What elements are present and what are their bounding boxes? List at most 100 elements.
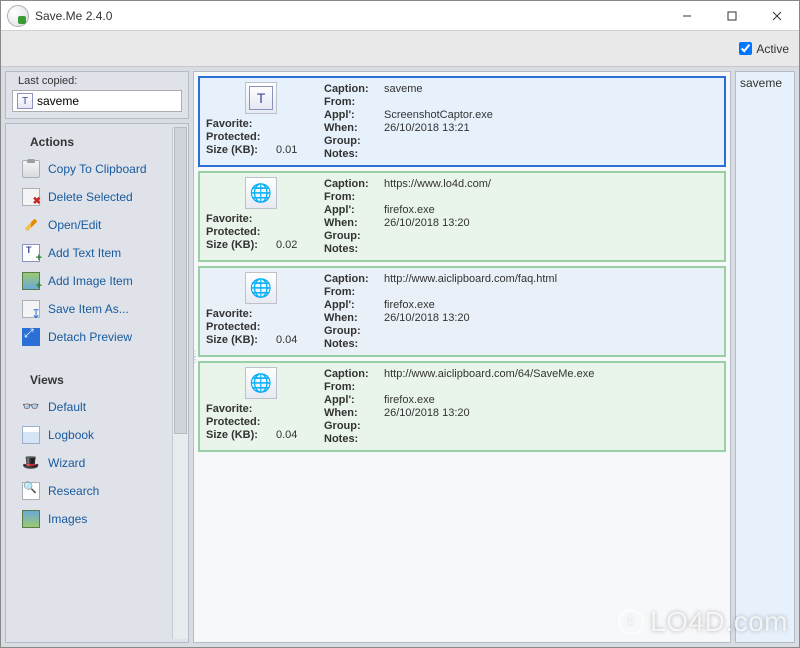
section-actions: Actions [6,127,172,155]
clip-item[interactable]: 🌐 Favorite:Protected:Size (KB):0.02 Captio… [198,171,726,262]
item-thumbnail: T [245,82,277,114]
action-delete-selected[interactable]: Delete Selected [6,183,172,211]
active-label: Active [756,42,789,56]
pencil-icon [22,216,40,234]
label-favorite: Favorite: [206,403,276,415]
view-research[interactable]: Research [6,477,172,505]
app-window: Save.Me 2.4.0 Active Last copied: T save… [0,0,800,648]
value-caption: https://www.lo4d.com/ [384,178,491,190]
app-icon [7,5,29,27]
label-favorite: Favorite: [206,118,276,130]
clipboard-icon [22,160,40,178]
label-group: Group: [324,325,384,337]
label-caption: Caption: [324,178,384,190]
minimize-button[interactable] [664,1,709,30]
delete-icon [22,188,40,206]
research-icon [22,482,40,500]
value-appl: firefox.exe [384,204,435,216]
item-thumbnail: 🌐 [245,272,277,304]
view-images[interactable]: Images [6,505,172,533]
label-appl: Appl': [324,299,384,311]
sidebar-menu-panel: Actions Copy To Clipboard Delete Selecte… [5,123,189,643]
value-size: 0.04 [276,429,297,441]
content-area: Last copied: T saveme Actions Copy To Cl… [1,67,799,647]
label-size: Size (KB): [206,429,276,441]
label-from: From: [324,286,384,298]
action-save-item-as[interactable]: Save Item As... [6,295,172,323]
globe-icon: 🌐 [250,183,272,204]
toolbar: Active [1,31,799,67]
label-protected: Protected: [206,226,276,238]
last-copied-box: Last copied: T saveme [5,71,189,119]
value-when: 26/10/2018 13:21 [384,122,470,134]
glasses-icon: 👓 [22,398,40,416]
detach-icon [22,328,40,346]
action-copy-to-clipboard[interactable]: Copy To Clipboard [6,155,172,183]
last-copied-value: saveme [37,94,79,108]
label-when: When: [324,217,384,229]
close-button[interactable] [754,1,799,30]
value-when: 26/10/2018 13:20 [384,217,470,229]
action-open-edit[interactable]: Open/Edit [6,211,172,239]
value-size: 0.02 [276,239,297,251]
watermark: LO4D.com [618,606,788,638]
add-text-icon [22,244,40,262]
window-title: Save.Me 2.4.0 [35,9,112,23]
label-notes: Notes: [324,148,384,160]
clip-item[interactable]: TFavorite:Protected:Size (KB):0.01Captio… [198,76,726,167]
sidebar-scrollbar[interactable] [172,127,188,639]
window-controls [664,1,799,30]
clip-item[interactable]: 🌐Favorite:Protected:Size (KB):0.04Captio… [198,361,726,452]
images-icon [22,510,40,528]
splitter-grip[interactable]: ⋮⋮⋮ [193,353,198,362]
add-image-icon [22,272,40,290]
section-views: Views [6,365,172,393]
label-appl: Appl': [324,109,384,121]
value-when: 26/10/2018 13:20 [384,312,470,324]
action-detach-preview[interactable]: Detach Preview [6,323,172,351]
view-logbook[interactable]: Logbook [6,421,172,449]
item-thumbnail: 🌐 [245,177,277,209]
label-size: Size (KB): [206,144,276,156]
item-thumbnail: 🌐 [245,367,277,399]
label-size: Size (KB): [206,334,276,346]
value-caption: saveme [384,83,423,95]
label-from: From: [324,381,384,393]
label-notes: Notes: [324,433,384,445]
globe-icon: 🌐 [250,278,272,299]
download-circle-icon [618,609,644,635]
value-size: 0.04 [276,334,297,346]
sidebar: Last copied: T saveme Actions Copy To Cl… [5,71,189,643]
label-protected: Protected: [206,321,276,333]
label-appl: Appl': [324,394,384,406]
view-wizard[interactable]: 🎩Wizard [6,449,172,477]
last-copied-label: Last copied: [12,75,83,87]
label-group: Group: [324,420,384,432]
label-when: When: [324,407,384,419]
text-icon: T [17,93,33,109]
label-size: Size (KB): [206,239,276,251]
maximize-button[interactable] [709,1,754,30]
active-checkbox-input[interactable] [739,42,752,55]
view-default[interactable]: 👓Default [6,393,172,421]
active-checkbox[interactable]: Active [739,42,789,56]
last-copied-field[interactable]: T saveme [12,90,182,112]
value-appl: ScreenshotCaptor.exe [384,109,493,121]
label-caption: Caption: [324,83,384,95]
label-when: When: [324,312,384,324]
action-add-image-item[interactable]: Add Image Item [6,267,172,295]
label-notes: Notes: [324,338,384,350]
label-group: Group: [324,135,384,147]
value-size: 0.01 [276,144,297,156]
value-when: 26/10/2018 13:20 [384,407,470,419]
label-favorite: Favorite: [206,213,276,225]
text-icon: T [249,86,273,110]
logbook-icon [22,426,40,444]
label-protected: Protected: [206,416,276,428]
label-group: Group: [324,230,384,242]
wizard-icon: 🎩 [22,454,40,472]
clip-item[interactable]: 🌐Favorite:Protected:Size (KB):0.04Captio… [198,266,726,357]
label-from: From: [324,191,384,203]
label-caption: Caption: [324,273,384,285]
action-add-text-item[interactable]: Add Text Item [6,239,172,267]
